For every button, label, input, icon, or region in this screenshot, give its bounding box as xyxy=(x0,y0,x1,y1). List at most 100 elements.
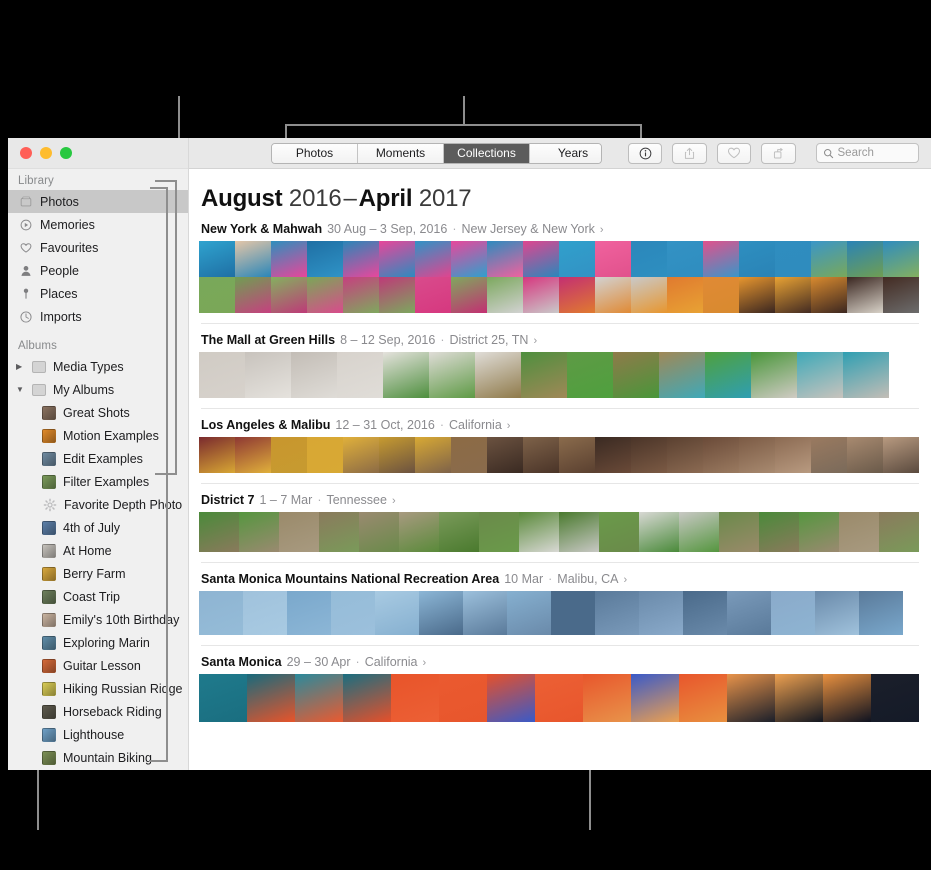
sidebar-item-lighthouse[interactable]: Lighthouse xyxy=(8,723,188,746)
sidebar-item-emily-s-10th-birthday[interactable]: Emily's 10th Birthday xyxy=(8,608,188,631)
collection-header[interactable]: Santa Monica 29 – 30 Apr · California › xyxy=(201,655,921,669)
photo-thumbnail[interactable] xyxy=(199,674,247,722)
photo-thumbnail[interactable] xyxy=(595,241,631,277)
chevron-right-icon[interactable]: › xyxy=(623,574,627,586)
collection-header[interactable]: District 7 1 – 7 Mar · Tennessee › xyxy=(201,493,921,507)
photo-thumbnail[interactable] xyxy=(775,241,811,277)
info-button[interactable] xyxy=(628,142,663,164)
photo-thumbnail[interactable] xyxy=(599,512,639,552)
sidebar-item-photos[interactable]: Photos xyxy=(8,190,188,213)
sidebar-item-exploring-marin[interactable]: Exploring Marin xyxy=(8,631,188,654)
sidebar-item-guitar-lesson[interactable]: Guitar Lesson xyxy=(8,654,188,677)
photo-thumbnail[interactable] xyxy=(295,674,343,722)
sidebar-item-people[interactable]: People xyxy=(8,259,188,282)
photo-thumbnail[interactable] xyxy=(811,277,847,313)
photo-thumbnail[interactable] xyxy=(659,352,705,398)
photo-thumbnail[interactable] xyxy=(245,352,291,398)
sidebar-item-edit-examples[interactable]: Edit Examples xyxy=(8,447,188,470)
photo-thumbnail[interactable] xyxy=(797,352,843,398)
zoom-button[interactable] xyxy=(60,147,72,159)
photo-thumbnail[interactable] xyxy=(307,241,343,277)
photo-thumbnail[interactable] xyxy=(847,437,883,473)
photo-thumbnail[interactable] xyxy=(667,241,703,277)
photo-thumbnail[interactable] xyxy=(343,437,379,473)
sidebar-item-horseback-riding[interactable]: Horseback Riding xyxy=(8,700,188,723)
photo-thumbnail[interactable] xyxy=(391,674,439,722)
photo-thumbnail[interactable] xyxy=(811,437,847,473)
photo-thumbnail[interactable] xyxy=(199,591,243,635)
sidebar-item-at-home[interactable]: At Home xyxy=(8,539,188,562)
photo-thumbnail[interactable] xyxy=(667,277,703,313)
photo-thumbnail[interactable] xyxy=(523,437,559,473)
photo-thumbnail[interactable] xyxy=(199,512,239,552)
sidebar-item-great-shots[interactable]: Great Shots xyxy=(8,401,188,424)
photo-strip[interactable] xyxy=(199,674,921,722)
photo-thumbnail[interactable] xyxy=(703,437,739,473)
photo-thumbnail[interactable] xyxy=(343,277,379,313)
photo-thumbnail[interactable] xyxy=(307,277,343,313)
collection-header[interactable]: New York & Mahwah 30 Aug – 3 Sep, 2016 · Ne… xyxy=(201,222,921,236)
photo-thumbnail[interactable] xyxy=(199,277,235,313)
photo-thumbnail[interactable] xyxy=(415,277,451,313)
photo-thumbnail[interactable] xyxy=(271,241,307,277)
minimize-button[interactable] xyxy=(40,147,52,159)
photo-thumbnail[interactable] xyxy=(879,512,919,552)
photo-thumbnail[interactable] xyxy=(379,437,415,473)
photo-thumbnail[interactable] xyxy=(415,241,451,277)
photo-thumbnail[interactable] xyxy=(843,352,889,398)
chevron-right-icon[interactable]: ▶ xyxy=(16,362,25,371)
photo-thumbnail[interactable] xyxy=(199,241,235,277)
photo-thumbnail[interactable] xyxy=(551,591,595,635)
sidebar-item-memories[interactable]: Memories xyxy=(8,213,188,236)
photo-thumbnail[interactable] xyxy=(719,512,759,552)
collection-header[interactable]: Santa Monica Mountains National Recreati… xyxy=(201,572,921,586)
photo-thumbnail[interactable] xyxy=(595,277,631,313)
photo-thumbnail[interactable] xyxy=(235,437,271,473)
photo-thumbnail[interactable] xyxy=(859,591,903,635)
tab-collections[interactable]: Collections xyxy=(444,143,530,163)
sidebar-item-imports[interactable]: Imports xyxy=(8,305,188,328)
collection-header[interactable]: Los Angeles & Malibu 12 – 31 Oct, 2016 · Ca… xyxy=(201,418,921,432)
photo-strip[interactable] xyxy=(199,512,921,552)
tab-moments[interactable]: Moments xyxy=(358,143,444,163)
photo-thumbnail[interactable] xyxy=(559,277,595,313)
photo-thumbnail[interactable] xyxy=(847,277,883,313)
photo-thumbnail[interactable] xyxy=(239,512,279,552)
photo-thumbnail[interactable] xyxy=(439,512,479,552)
photo-thumbnail[interactable] xyxy=(439,674,487,722)
photo-thumbnail[interactable] xyxy=(883,277,919,313)
photo-thumbnail[interactable] xyxy=(839,512,879,552)
photo-thumbnail[interactable] xyxy=(451,437,487,473)
chevron-right-icon[interactable]: › xyxy=(600,224,604,236)
photo-thumbnail[interactable] xyxy=(595,591,639,635)
photo-thumbnail[interactable] xyxy=(567,352,613,398)
photo-thumbnail[interactable] xyxy=(739,437,775,473)
tab-photos[interactable]: Photos xyxy=(272,143,358,163)
photo-thumbnail[interactable] xyxy=(523,241,559,277)
photo-thumbnail[interactable] xyxy=(583,674,631,722)
photo-thumbnail[interactable] xyxy=(631,437,667,473)
photo-thumbnail[interactable] xyxy=(703,241,739,277)
photo-thumbnail[interactable] xyxy=(319,512,359,552)
photo-thumbnail[interactable] xyxy=(375,591,419,635)
photo-thumbnail[interactable] xyxy=(399,512,439,552)
photo-thumbnail[interactable] xyxy=(815,591,859,635)
photo-thumbnail[interactable] xyxy=(559,512,599,552)
photo-thumbnail[interactable] xyxy=(519,512,559,552)
rotate-button[interactable] xyxy=(761,142,796,164)
photo-thumbnail[interactable] xyxy=(595,437,631,473)
photo-thumbnail[interactable] xyxy=(379,277,415,313)
photo-thumbnail[interactable] xyxy=(631,277,667,313)
search-field[interactable]: Search xyxy=(815,143,919,163)
favorite-button[interactable] xyxy=(716,142,752,164)
photo-thumbnail[interactable] xyxy=(487,277,523,313)
photo-thumbnail[interactable] xyxy=(739,277,775,313)
photo-thumbnail[interactable] xyxy=(451,241,487,277)
photo-thumbnail[interactable] xyxy=(271,277,307,313)
sidebar-item-mountain-biking[interactable]: Mountain Biking xyxy=(8,746,188,769)
photo-thumbnail[interactable] xyxy=(383,352,429,398)
chevron-right-icon[interactable]: › xyxy=(392,495,396,507)
photo-thumbnail[interactable] xyxy=(287,591,331,635)
photo-thumbnail[interactable] xyxy=(883,241,919,277)
photo-thumbnail[interactable] xyxy=(343,241,379,277)
